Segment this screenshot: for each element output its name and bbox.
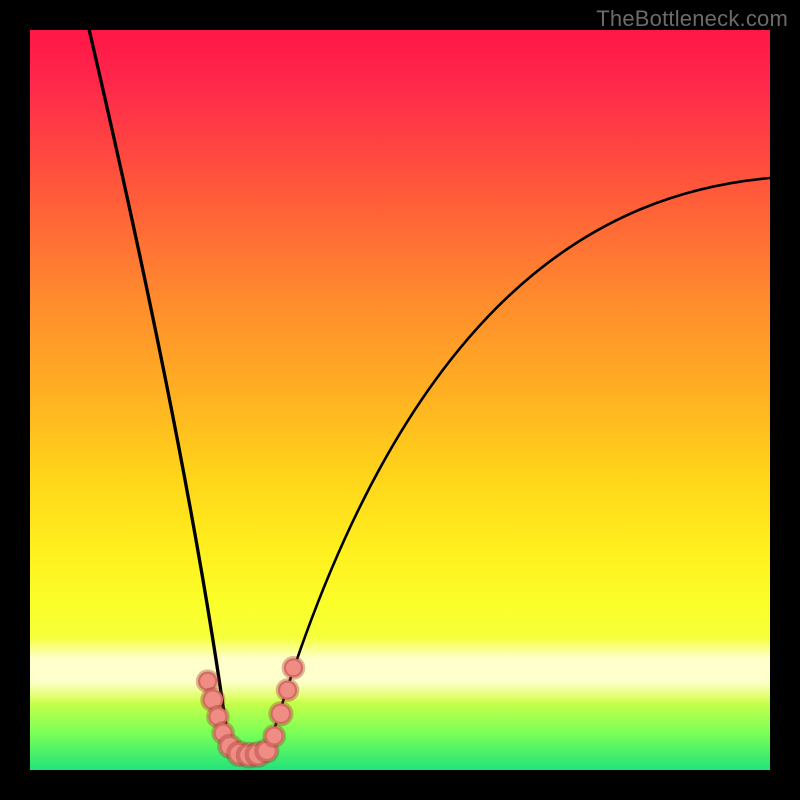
- plot-area: [30, 30, 770, 770]
- watermark-text: TheBottleneck.com: [596, 6, 788, 32]
- data-point-marker: [278, 680, 297, 699]
- data-point-marker: [271, 703, 292, 724]
- curve-right-branch: [267, 178, 770, 755]
- marker-cluster-group: [198, 658, 303, 766]
- curve-left-branch: [89, 30, 230, 755]
- chart-frame: TheBottleneck.com: [0, 0, 800, 800]
- data-point-marker: [284, 658, 303, 677]
- data-point-marker: [265, 726, 284, 745]
- plot-svg: [30, 30, 770, 770]
